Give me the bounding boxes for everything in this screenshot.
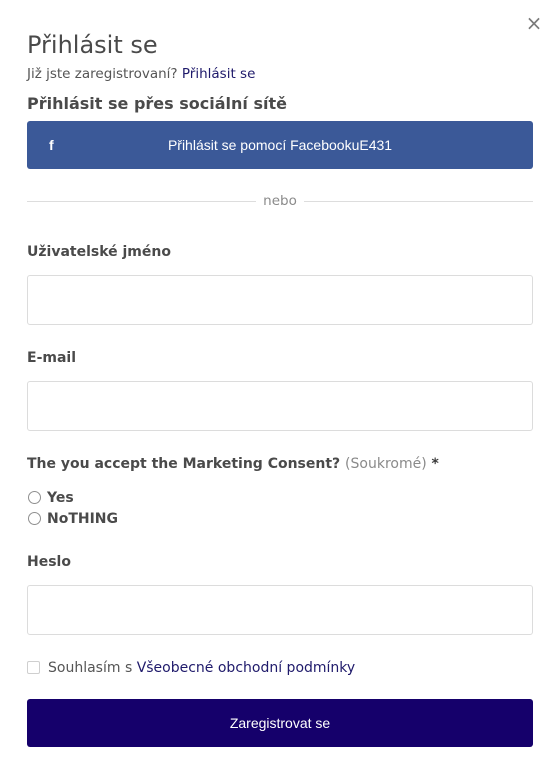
facebook-login-button[interactable]: f Přihlásit se pomocí FacebookuE431 — [27, 121, 533, 169]
terms-checkbox[interactable] — [27, 661, 40, 674]
social-login-heading: Přihlásit se přes sociální sítě — [27, 94, 287, 113]
privacy-note: (Soukromé) — [345, 456, 427, 472]
radio-yes-label[interactable]: Yes — [47, 489, 74, 507]
already-registered-label: Již jste zaregistrovaní? — [27, 66, 182, 82]
password-label: Heslo — [27, 554, 71, 570]
or-divider: nebo — [27, 192, 533, 210]
radio-yes[interactable] — [28, 491, 41, 504]
username-input[interactable] — [27, 275, 533, 325]
marketing-consent-label: The you accept the Marketing Consent? (S… — [27, 455, 439, 473]
register-button[interactable]: Zaregistrovat se — [27, 699, 533, 747]
login-link[interactable]: Přihlásit se — [182, 66, 256, 82]
email-input[interactable] — [27, 381, 533, 431]
divider-text: nebo — [263, 193, 297, 209]
terms-link[interactable]: Všeobecné obchodní podmínky — [137, 660, 356, 676]
divider-line-left — [27, 201, 256, 202]
marketing-consent-question: The you accept the Marketing Consent? — [27, 456, 341, 472]
email-label: E-mail — [27, 350, 77, 366]
divider-line-right — [304, 201, 533, 202]
required-mark: * — [431, 456, 439, 472]
dialog-title: Přihlásit se — [27, 31, 158, 59]
terms-text: Souhlasím s Všeobecné obchodní podmínky — [48, 658, 355, 678]
facebook-login-label: Přihlásit se pomocí FacebookuE431 — [167, 137, 393, 153]
username-label: Uživatelské jméno — [27, 244, 171, 260]
radio-no[interactable] — [28, 512, 41, 525]
already-registered-text: Již jste zaregistrovaní? Přihlásit se — [27, 65, 255, 83]
terms-prefix: Souhlasím s — [48, 660, 137, 676]
password-input[interactable] — [27, 585, 533, 635]
radio-no-label[interactable]: NoTHING — [47, 510, 118, 528]
close-icon[interactable]: × — [524, 12, 544, 34]
